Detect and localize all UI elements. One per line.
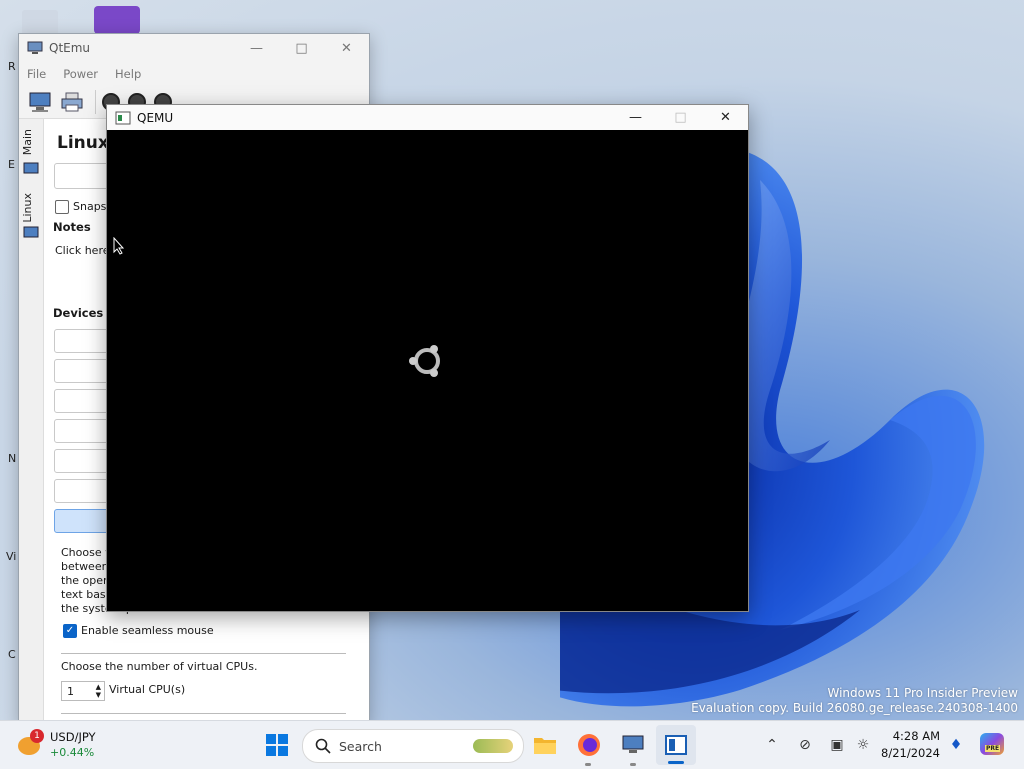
qtemu-taskbar-button[interactable]	[619, 731, 647, 759]
cpu-spinbox[interactable]: 1 ▲ ▼	[61, 681, 105, 701]
cpu-value: 1	[67, 684, 74, 698]
machine-name: Linux	[57, 133, 109, 153]
close-button[interactable]: ✕	[703, 105, 748, 130]
qtemu-title: QtEmu	[49, 41, 91, 55]
minimize-button[interactable]: —	[234, 34, 279, 62]
accessibility-icon[interactable]: ☼	[853, 735, 873, 755]
watermark-line-1: Windows 11 Pro Insider Preview	[827, 686, 1018, 700]
seamless-mouse-checkbox[interactable]: ✓	[63, 624, 77, 638]
file-explorer-icon	[534, 738, 556, 754]
spin-arrows-icon[interactable]: ▲ ▼	[96, 683, 104, 699]
tab-main[interactable]: Main	[21, 129, 34, 155]
active-indicator	[668, 761, 684, 764]
copilot-icon[interactable]: PRE	[980, 733, 1004, 755]
qtemu-titlebar[interactable]: QtEmu — □ ✕	[19, 34, 369, 62]
desktop-icon-label: E	[8, 158, 15, 171]
desktop-icon-label: C	[8, 648, 16, 661]
mouse-desc-line: text base	[61, 588, 113, 601]
qtemu-app-icon	[27, 41, 43, 54]
printer-button[interactable]	[57, 88, 87, 116]
qemu-title: QEMU	[137, 110, 174, 125]
qtemu-menubar: File Power Help	[19, 62, 369, 86]
mouse-desc-line: between	[61, 560, 109, 573]
machine-tab-icon	[23, 226, 39, 238]
taskbar-search[interactable]: Search	[302, 729, 524, 763]
machine-icon	[29, 92, 51, 112]
desktop-icon-label: Vi	[6, 550, 17, 563]
divider	[61, 713, 346, 714]
watermark-line-2: Evaluation copy. Build 26080.ge_release.…	[691, 701, 1018, 715]
taskbar: 1 USD/JPY +0.44% Search ⌃ ⊘ ▣ ☼ 4:28 AM …	[0, 720, 1024, 769]
qemu-app-icon	[115, 111, 131, 124]
running-indicator	[585, 763, 591, 766]
menu-power[interactable]: Power	[63, 67, 98, 81]
firefox-icon	[578, 734, 600, 756]
search-icon	[315, 738, 331, 754]
clock-time[interactable]: 4:28 AM	[880, 729, 940, 743]
widget-change: +0.44%	[50, 746, 95, 759]
copilot-pre-label: PRE	[985, 745, 1001, 752]
devices-heading: Devices	[53, 306, 104, 320]
search-highlight-icon	[473, 739, 513, 753]
machine-tab-icon	[23, 162, 39, 174]
start-button[interactable]	[263, 731, 291, 759]
running-indicator	[630, 763, 636, 766]
menu-file[interactable]: File	[27, 67, 46, 81]
network-off-icon[interactable]: ⊘	[795, 735, 815, 755]
machine-button[interactable]	[25, 88, 55, 116]
notes-heading: Notes	[53, 220, 91, 234]
cpu-prompt: Choose the number of virtual CPUs.	[61, 660, 258, 673]
seamless-mouse-label: Enable seamless mouse	[81, 624, 214, 637]
tab-linux[interactable]: Linux	[21, 193, 34, 223]
vertical-tab-bar: Main Linux	[19, 119, 44, 724]
qemu-titlebar[interactable]: QEMU — □ ✕	[107, 105, 748, 130]
menu-help[interactable]: Help	[115, 67, 141, 81]
widget-symbol: USD/JPY	[50, 730, 96, 744]
qemu-window: QEMU — □ ✕	[106, 104, 749, 612]
display-icon[interactable]: ▣	[827, 735, 847, 755]
maximize-button[interactable]: □	[279, 34, 324, 62]
desktop-icon-label: R	[8, 60, 16, 73]
qtemu-icon	[622, 735, 644, 753]
divider	[61, 653, 346, 654]
ubuntu-loading-icon	[409, 345, 440, 377]
printer-icon	[61, 92, 83, 112]
maximize-button[interactable]: □	[658, 105, 703, 130]
desktop-icon-label: N	[8, 452, 17, 465]
clock-date[interactable]: 8/21/2024	[880, 746, 940, 760]
qemu-taskbar-button[interactable]	[656, 725, 696, 765]
visual-studio-icon[interactable]	[94, 6, 140, 34]
minimize-button[interactable]: —	[613, 105, 658, 130]
bell-icon[interactable]: ♦	[946, 735, 966, 755]
weather-widget-icon[interactable]: 1	[18, 729, 44, 757]
notification-badge: 1	[30, 729, 44, 743]
file-explorer-button[interactable]	[531, 731, 559, 759]
firefox-button[interactable]	[575, 731, 603, 759]
snapshot-checkbox[interactable]	[55, 200, 69, 214]
search-placeholder: Search	[339, 738, 382, 754]
close-button[interactable]: ✕	[324, 34, 369, 62]
chevron-up-icon[interactable]: ⌃	[762, 735, 782, 755]
vm-display[interactable]	[107, 130, 748, 611]
start-icon	[266, 734, 288, 756]
toolbar-separator	[95, 90, 96, 114]
mouse-cursor-icon	[113, 237, 125, 255]
cpu-unit-label: Virtual CPU(s)	[109, 683, 186, 696]
qemu-icon	[665, 735, 687, 755]
